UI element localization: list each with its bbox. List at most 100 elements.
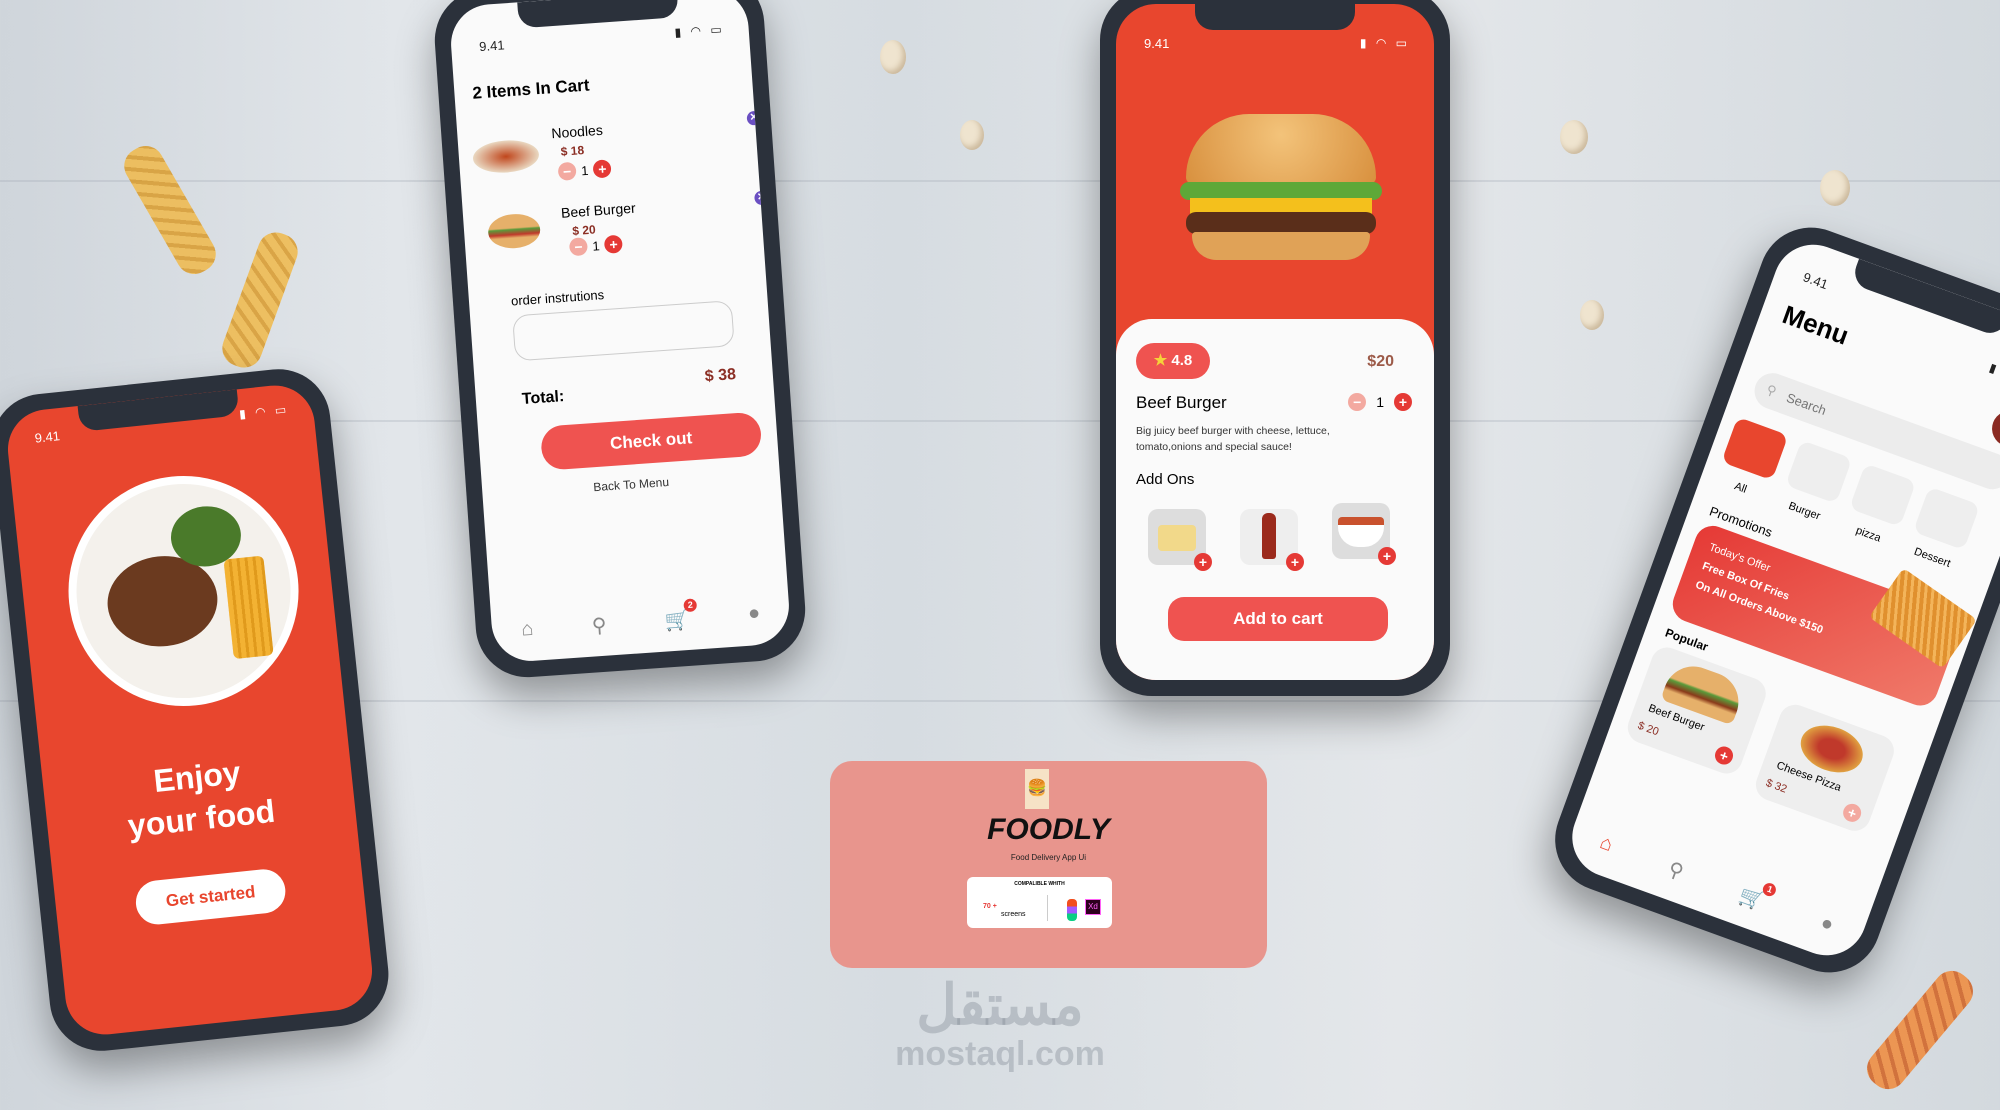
addon-soup[interactable]: + (1332, 503, 1396, 565)
star-icon: ★ (1153, 352, 1168, 369)
order-instructions-input[interactable] (512, 300, 735, 362)
item-price: $ 32 (1764, 777, 1789, 796)
profile-icon[interactable]: ● (747, 602, 761, 628)
instructions-label: order instrutions (510, 287, 605, 309)
home-icon[interactable]: ⌂ (521, 618, 535, 644)
category-image (1912, 486, 1981, 551)
remove-item-icon[interactable]: ✕ (754, 190, 769, 206)
phone-notch (77, 389, 240, 432)
cart-item: Beef Burger $ 20 − 1 + ✕ (479, 190, 773, 280)
quantity-value: 1 (1376, 394, 1384, 410)
chickpea-decoration (1820, 170, 1850, 206)
minus-button[interactable]: − (568, 237, 589, 257)
fries (223, 555, 274, 660)
burger-hero-image (1180, 114, 1382, 264)
status-time: 9.41 (478, 37, 506, 55)
welcome-title: Enjoy your food (42, 740, 357, 856)
watermark-arabic: مستقل (916, 973, 1084, 1036)
category-burger[interactable]: Burger (1777, 440, 1853, 526)
item-qty: 1 (580, 162, 589, 178)
cart-screen: 9.41 ▮ ◠ ▭ 2 Items In Cart Noodles $ 18 … (448, 0, 792, 664)
watermark-domain: mostaql.com (895, 1035, 1105, 1073)
add-addon-button[interactable]: + (1286, 553, 1304, 571)
divider (1047, 895, 1048, 921)
phone-notch (517, 0, 679, 29)
adobe-xd-icon: Xd (1085, 899, 1101, 915)
status-time: 9.41 (1144, 36, 1170, 51)
item-price: $ 18 (560, 143, 585, 159)
add-item-button[interactable]: + (1840, 801, 1864, 825)
minus-button[interactable]: − (1348, 393, 1367, 411)
addon-ketchup[interactable]: + (1240, 509, 1304, 571)
add-addon-button[interactable]: + (1378, 547, 1396, 565)
plus-button[interactable]: + (1394, 393, 1412, 411)
menu-screen: 9.41 ▮ ◠ ▭ Menu ⚲ All Burger pizza Desse… (1561, 233, 2000, 967)
user-avatar[interactable] (1986, 405, 2000, 452)
category-dessert[interactable]: Dessert (1905, 486, 1981, 573)
search-icon[interactable]: ⚲ (1665, 856, 1687, 885)
search-icon[interactable]: ⚲ (591, 613, 607, 639)
quantity-stepper: − 1 + (1348, 393, 1412, 411)
phone-product: 9.41 ▮ ◠ ▭ ★ 4.8 $20 Beef Burger − 1 + B… (1100, 0, 1450, 696)
total-value: $ 38 (704, 366, 737, 386)
minus-button[interactable]: − (557, 161, 577, 181)
category-label: All (1732, 480, 1749, 496)
ketchup-image (1262, 513, 1276, 559)
item-name: Beef Burger (560, 199, 637, 221)
category-all[interactable]: All (1713, 416, 1789, 503)
figma-icon (1067, 899, 1077, 921)
pasta-decoration (117, 139, 223, 281)
profile-icon[interactable]: ● (1817, 912, 1837, 940)
brand-subtitle: Food Delivery App Ui (1010, 853, 1087, 862)
rating-value: 4.8 (1171, 352, 1193, 369)
rating-badge: ★ 4.8 (1136, 343, 1210, 379)
foodly-logo-icon: 🍔 (1025, 769, 1049, 809)
phone-notch (1850, 258, 2000, 338)
compat-label: COMPALIBLE WHITH (1014, 881, 1065, 887)
pasta-decoration (217, 227, 303, 373)
item-price: $ 20 (1636, 719, 1661, 739)
cart-badge: 2 (683, 598, 698, 613)
soup-image (1338, 517, 1384, 547)
product-screen: 9.41 ▮ ◠ ▭ ★ 4.8 $20 Beef Burger − 1 + B… (1116, 4, 1434, 680)
menu-title: Menu (1778, 299, 1853, 351)
add-addon-button[interactable]: + (1194, 553, 1212, 571)
cart-icon[interactable]: 🛒 2 (664, 598, 698, 634)
back-to-menu-link[interactable]: Back To Menu (482, 467, 780, 502)
category-pizza[interactable]: pizza (1841, 463, 1917, 549)
item-name: Noodles (550, 121, 604, 142)
plus-button[interactable]: + (603, 234, 624, 254)
brand-card: 🍔 FOODLY Food Delivery App Ui COMPALIBLE… (830, 761, 1267, 968)
add-item-button[interactable]: + (1712, 744, 1736, 768)
butter-image (1158, 525, 1196, 551)
mostaql-watermark: مستقل mostaql.com (870, 973, 1130, 1074)
status-icons: ▮ ◠ ▭ (1359, 36, 1410, 50)
brand-name: FOODLY (987, 813, 1110, 846)
cart-icon[interactable]: 🛒 1 (1736, 881, 1779, 914)
screens-count: 70 + (983, 903, 997, 910)
home-icon[interactable]: ⌂ (1596, 831, 1616, 859)
chickpea-decoration (960, 120, 984, 150)
bun-bottom (1192, 232, 1370, 260)
chickpea-decoration (880, 40, 906, 74)
cart-badge: 1 (1761, 881, 1779, 899)
popular-item[interactable]: Beef Burger $ 20 + (1623, 643, 1771, 779)
screens-label: screens (1001, 911, 1026, 918)
welcome-screen: 9.41 ▮ ◠ ▭ Enjoy your food Get started (4, 381, 376, 1039)
plus-button[interactable]: + (592, 159, 612, 179)
search-icon: ⚲ (1764, 381, 1779, 399)
checkout-button[interactable]: Check out (539, 411, 763, 471)
get-started-button[interactable]: Get started (133, 867, 288, 927)
quantity-stepper: − 1 + (568, 234, 624, 257)
category-image (1721, 416, 1789, 481)
add-to-cart-button[interactable]: Add to cart (1168, 597, 1388, 641)
wood-plank (0, 180, 2000, 182)
steak-plate-image (57, 464, 310, 718)
chickpea-decoration (1560, 120, 1588, 154)
remove-item-icon[interactable]: ✕ (746, 110, 762, 126)
status-icons: ▮ ◠ ▭ (674, 21, 726, 40)
bottom-nav: ⌂ ⚲ 🛒 2 ● (491, 598, 790, 646)
addon-butter[interactable]: + (1148, 509, 1212, 571)
category-label: pizza (1854, 524, 1883, 545)
popular-item[interactable]: Cheese Pizza $ 32 + (1751, 700, 1899, 836)
